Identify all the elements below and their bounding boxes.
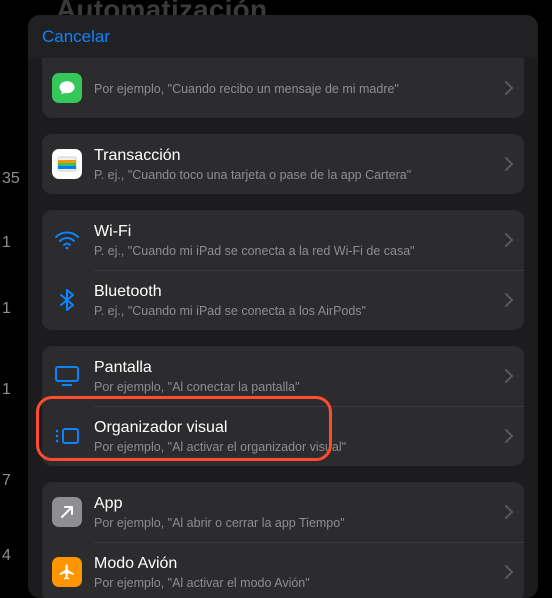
row-title: Pantalla — [94, 358, 499, 377]
bg-side-number: 1 — [2, 234, 11, 252]
nav-bar: Cancelar — [28, 15, 538, 58]
message-icon — [52, 73, 82, 103]
chevron-right-icon — [505, 369, 514, 383]
trigger-row-app[interactable]: App Por ejemplo, "Al abrir o cerrar la a… — [42, 482, 524, 542]
trigger-row-stage-manager[interactable]: Organizador visual Por ejemplo, "Al acti… — [42, 406, 524, 466]
row-subtitle: Por ejemplo, "Al activar el modo Avión" — [94, 576, 499, 590]
stage-manager-icon — [52, 421, 82, 451]
wallet-icon — [52, 149, 82, 179]
row-subtitle: Por ejemplo, "Al abrir o cerrar la app T… — [94, 516, 499, 530]
row-subtitle: P. ej., "Cuando toco una tarjeta o pase … — [94, 168, 499, 182]
bg-side-number: 35 — [2, 170, 20, 188]
row-title: Bluetooth — [94, 282, 499, 301]
trigger-row-bluetooth[interactable]: Bluetooth P. ej., "Cuando mi iPad se con… — [42, 270, 524, 330]
wifi-icon — [52, 225, 82, 255]
trigger-row-airplane[interactable]: Modo Avión Por ejemplo, "Al activar el m… — [42, 542, 524, 598]
chevron-right-icon — [505, 81, 514, 95]
airplane-icon — [52, 557, 82, 587]
row-subtitle: P. ej., "Cuando mi iPad se conecta a la … — [94, 244, 499, 258]
chevron-right-icon — [505, 293, 514, 307]
row-subtitle: Por ejemplo, "Cuando recibo un mensaje d… — [94, 82, 499, 96]
app-icon — [52, 497, 82, 527]
cancel-button[interactable]: Cancelar — [42, 27, 110, 47]
row-text: Pantalla Por ejemplo, "Al conectar la pa… — [94, 358, 499, 393]
trigger-row-transaction[interactable]: Transacción P. ej., "Cuando toco una tar… — [42, 134, 524, 194]
row-text: Por ejemplo, "Cuando recibo un mensaje d… — [94, 80, 499, 96]
row-text: Organizador visual Por ejemplo, "Al acti… — [94, 418, 499, 453]
row-title: Organizador visual — [94, 418, 499, 437]
row-subtitle: P. ej., "Cuando mi iPad se conecta a los… — [94, 304, 499, 318]
chevron-right-icon — [505, 157, 514, 171]
trigger-group: Wi-Fi P. ej., "Cuando mi iPad se conecta… — [42, 210, 524, 330]
bg-side-number: 7 — [2, 472, 11, 490]
row-subtitle: Por ejemplo, "Al conectar la pantalla" — [94, 380, 499, 394]
bg-side-number: 4 — [2, 547, 11, 565]
trigger-group: Transacción P. ej., "Cuando toco una tar… — [42, 134, 524, 194]
trigger-group: App Por ejemplo, "Al abrir o cerrar la a… — [42, 482, 524, 598]
bluetooth-icon — [52, 285, 82, 315]
modal-sheet: Cancelar Por ejemplo, "Cuando recibo un … — [28, 15, 538, 598]
display-icon — [52, 361, 82, 391]
trigger-group: Por ejemplo, "Cuando recibo un mensaje d… — [42, 58, 524, 118]
chevron-right-icon — [505, 565, 514, 579]
chevron-right-icon — [505, 429, 514, 443]
row-title: Modo Avión — [94, 554, 499, 573]
row-text: Wi-Fi P. ej., "Cuando mi iPad se conecta… — [94, 222, 499, 257]
row-title: Transacción — [94, 146, 499, 165]
row-text: Bluetooth P. ej., "Cuando mi iPad se con… — [94, 282, 499, 317]
trigger-list: Por ejemplo, "Cuando recibo un mensaje d… — [28, 58, 538, 598]
row-subtitle: Por ejemplo, "Al activar el organizador … — [94, 440, 499, 454]
chevron-right-icon — [505, 233, 514, 247]
trigger-row-display[interactable]: Pantalla Por ejemplo, "Al conectar la pa… — [42, 346, 524, 406]
row-text: App Por ejemplo, "Al abrir o cerrar la a… — [94, 494, 499, 529]
row-text: Modo Avión Por ejemplo, "Al activar el m… — [94, 554, 499, 589]
row-title: Wi-Fi — [94, 222, 499, 241]
bg-side-number: 1 — [2, 381, 11, 399]
trigger-row-message[interactable]: Por ejemplo, "Cuando recibo un mensaje d… — [42, 58, 524, 118]
row-title: App — [94, 494, 499, 513]
trigger-row-wifi[interactable]: Wi-Fi P. ej., "Cuando mi iPad se conecta… — [42, 210, 524, 270]
bg-side-number: 1 — [2, 300, 11, 318]
chevron-right-icon — [505, 505, 514, 519]
row-text: Transacción P. ej., "Cuando toco una tar… — [94, 146, 499, 181]
trigger-group: Pantalla Por ejemplo, "Al conectar la pa… — [42, 346, 524, 466]
